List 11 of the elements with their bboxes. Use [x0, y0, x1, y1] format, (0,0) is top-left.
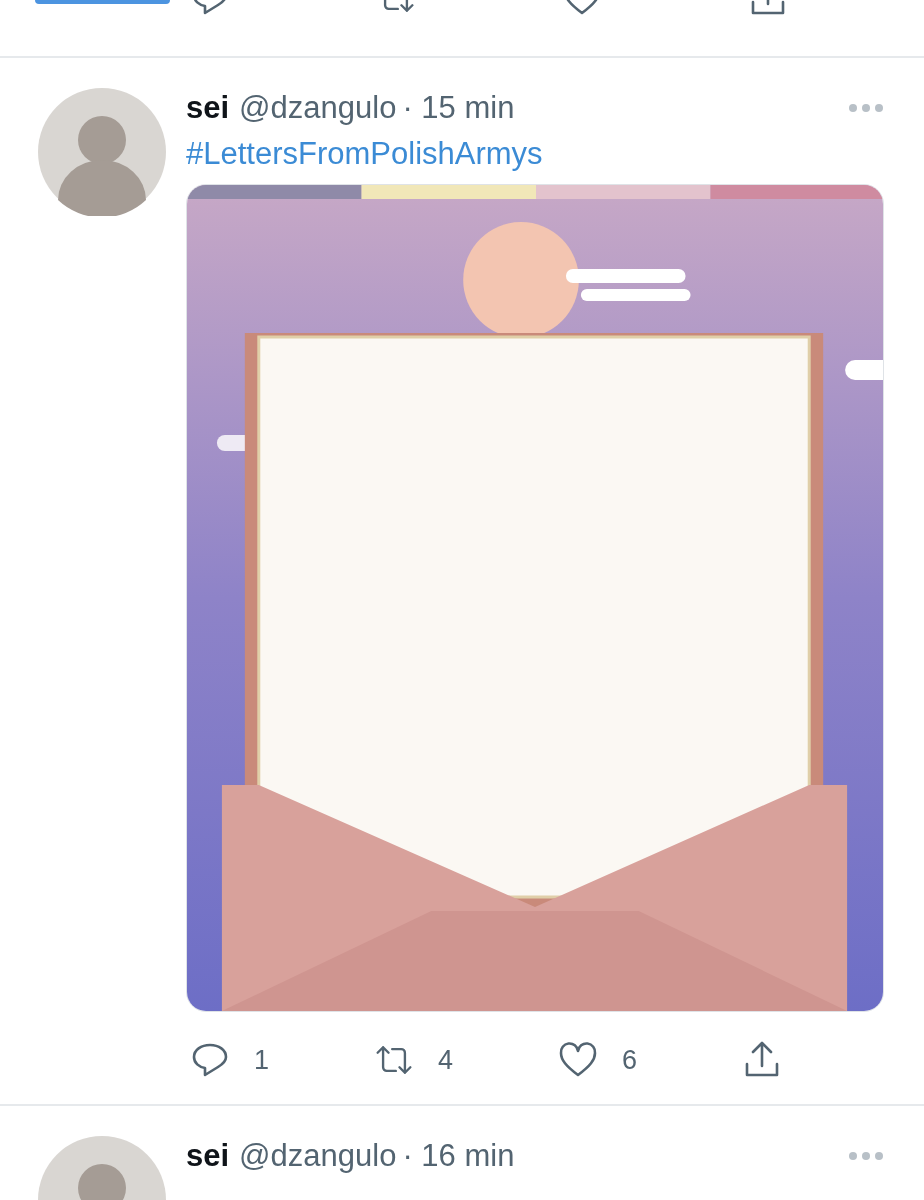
- user-handle[interactable]: @dzangulo: [239, 88, 397, 128]
- user-name[interactable]: sei: [186, 1136, 230, 1176]
- retweet-count: 4: [438, 1044, 454, 1076]
- reply-count: 1: [254, 1044, 270, 1076]
- user-name[interactable]: sei: [186, 88, 230, 128]
- like-count: 6: [622, 1044, 638, 1076]
- timestamp: · 15 min: [402, 89, 515, 127]
- timestamp: · 16 min: [402, 1137, 515, 1175]
- avatar[interactable]: [38, 88, 166, 216]
- hashtag-link[interactable]: #LettersFromPolishArmys: [186, 132, 884, 176]
- user-handle[interactable]: @dzangulo: [239, 1136, 397, 1176]
